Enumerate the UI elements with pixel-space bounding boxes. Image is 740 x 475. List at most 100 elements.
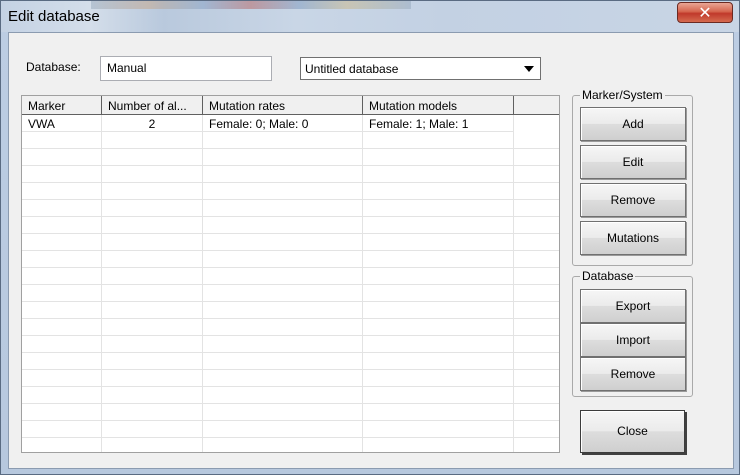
empty-cell — [514, 438, 559, 452]
empty-table-row — [22, 387, 559, 404]
cell-number-of-alleles[interactable]: 2 — [102, 115, 203, 132]
empty-table-row — [22, 302, 559, 319]
mutations-button[interactable]: Mutations — [580, 221, 686, 255]
empty-cell — [102, 149, 203, 166]
empty-table-row — [22, 370, 559, 387]
empty-cell — [22, 387, 102, 404]
cell-marker[interactable]: VWA — [22, 115, 102, 132]
edit-button[interactable]: Edit — [580, 145, 686, 179]
empty-cell — [22, 404, 102, 421]
empty-table-row — [22, 183, 559, 200]
empty-cell — [102, 336, 203, 353]
empty-cell — [102, 353, 203, 370]
grid-header: Marker Number of al... Mutation rates Mu… — [22, 96, 559, 115]
title-bar[interactable]: Edit database ✕ — [1, 1, 739, 32]
empty-cell — [363, 166, 514, 183]
empty-cell — [363, 438, 514, 452]
empty-cell — [514, 319, 559, 336]
export-button[interactable]: Export — [580, 289, 686, 323]
empty-table-row — [22, 353, 559, 370]
empty-cell — [203, 370, 363, 387]
empty-cell — [102, 200, 203, 217]
dialog-client-area: Database: Manual Untitled database Marke… — [8, 32, 734, 469]
empty-cell — [363, 183, 514, 200]
empty-cell — [514, 251, 559, 268]
empty-cell — [514, 234, 559, 251]
empty-cell — [102, 319, 203, 336]
empty-cell — [514, 336, 559, 353]
window-close-button[interactable]: ✕ — [677, 2, 733, 23]
remove-database-button[interactable]: Remove — [580, 357, 686, 391]
empty-cell — [514, 217, 559, 234]
empty-cell — [22, 132, 102, 149]
empty-table-row — [22, 319, 559, 336]
empty-cell — [102, 370, 203, 387]
cell-mutation-models[interactable]: Female: 1; Male: 1 — [363, 115, 514, 132]
empty-cell — [102, 438, 203, 452]
marker-grid[interactable]: Marker Number of al... Mutation rates Mu… — [21, 95, 560, 453]
database-name-input[interactable]: Manual — [100, 56, 272, 81]
cell-mutation-rates[interactable]: Female: 0; Male: 0 — [203, 115, 363, 132]
empty-cell — [203, 200, 363, 217]
close-button[interactable]: Close — [580, 410, 685, 453]
column-header-mutation-models[interactable]: Mutation models — [363, 96, 514, 115]
empty-cell — [203, 302, 363, 319]
empty-cell — [102, 302, 203, 319]
empty-cell — [22, 200, 102, 217]
background-taskbar-strip — [91, 1, 411, 9]
empty-cell — [514, 353, 559, 370]
empty-cell — [514, 268, 559, 285]
empty-cell — [203, 166, 363, 183]
empty-cell — [514, 302, 559, 319]
empty-table-row — [22, 251, 559, 268]
empty-cell — [203, 421, 363, 438]
empty-cell — [203, 387, 363, 404]
empty-cell — [514, 285, 559, 302]
database-dropdown-value: Untitled database — [305, 62, 399, 76]
empty-cell — [102, 183, 203, 200]
empty-cell — [22, 217, 102, 234]
empty-table-row — [22, 268, 559, 285]
edit-database-window: Edit database ✕ Database: Manual Untitle… — [0, 0, 740, 475]
empty-table-row — [22, 217, 559, 234]
empty-cell — [203, 251, 363, 268]
empty-cell — [22, 353, 102, 370]
empty-cell — [363, 370, 514, 387]
table-row[interactable]: VWA 2 Female: 0; Male: 0 Female: 1; Male… — [22, 115, 559, 132]
empty-cell — [22, 166, 102, 183]
empty-cell — [102, 217, 203, 234]
empty-cell — [203, 149, 363, 166]
database-group: Database Export Import Remove — [572, 269, 693, 397]
empty-cell — [22, 370, 102, 387]
empty-cell — [102, 404, 203, 421]
empty-cell — [22, 336, 102, 353]
empty-cell — [363, 200, 514, 217]
empty-table-row — [22, 438, 559, 452]
empty-cell — [22, 285, 102, 302]
empty-cell — [203, 404, 363, 421]
empty-cell — [22, 251, 102, 268]
empty-cell — [102, 387, 203, 404]
dropdown-arrow-icon[interactable] — [524, 66, 534, 72]
column-header-mutation-rates[interactable]: Mutation rates — [203, 96, 363, 115]
column-header-marker[interactable]: Marker — [22, 96, 102, 115]
import-button[interactable]: Import — [580, 323, 686, 357]
empty-cell — [22, 234, 102, 251]
empty-cell — [203, 353, 363, 370]
empty-cell — [102, 421, 203, 438]
database-dropdown[interactable]: Untitled database — [300, 57, 541, 80]
empty-cell — [363, 302, 514, 319]
remove-marker-button[interactable]: Remove — [580, 183, 686, 217]
empty-table-row — [22, 234, 559, 251]
column-header-number-of-alleles[interactable]: Number of al... — [102, 96, 203, 115]
empty-cell — [514, 200, 559, 217]
empty-cell — [363, 319, 514, 336]
empty-cell — [363, 421, 514, 438]
empty-cell — [363, 285, 514, 302]
empty-cell — [363, 404, 514, 421]
empty-cell — [363, 251, 514, 268]
empty-cell — [203, 132, 363, 149]
add-button[interactable]: Add — [580, 107, 686, 141]
empty-table-row — [22, 285, 559, 302]
empty-table-row — [22, 132, 559, 149]
